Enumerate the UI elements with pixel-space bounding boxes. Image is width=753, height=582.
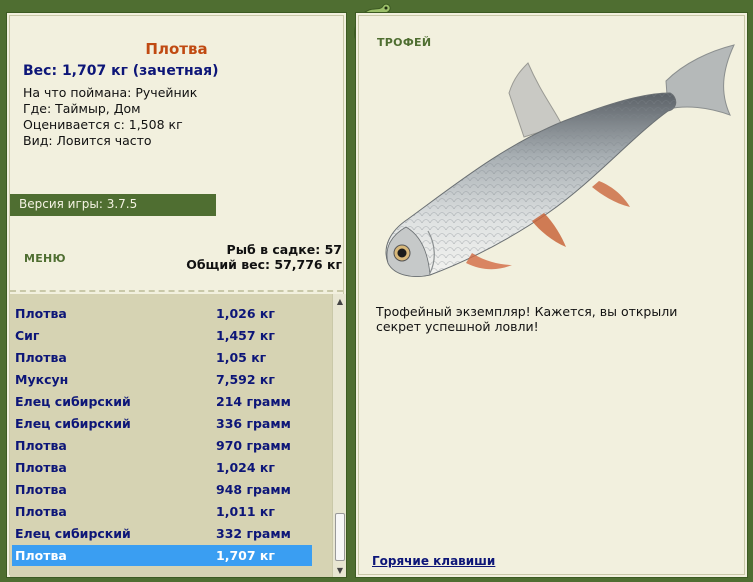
hotkeys-link[interactable]: Горячие клавиши: [372, 554, 495, 568]
catch-list-item[interactable]: Муксун 7,592 кг: [12, 369, 312, 390]
fish-details: На что поймана: Ручейник Где: Таймыр, До…: [23, 85, 197, 149]
catch-fish-name: Муксун: [15, 372, 69, 387]
roach-fish-icon: [385, 44, 735, 277]
catch-fish-weight: 332 грамм: [216, 526, 291, 541]
chevron-up-icon[interactable]: ▲: [334, 296, 346, 308]
catch-fish-weight: 1,011 кг: [216, 504, 275, 519]
catch-fish-name: Елец сибирский: [15, 526, 131, 541]
catch-list-item[interactable]: Елец сибирский 214 грамм: [12, 391, 312, 412]
catch-fish-weight: 1,707 кг: [216, 548, 275, 563]
catch-fish-weight: 1,05 кг: [216, 350, 267, 365]
chevron-down-icon[interactable]: ▼: [334, 565, 346, 577]
catch-list-item[interactable]: Плотва 970 грамм: [12, 435, 312, 456]
catch-list-item[interactable]: Елец сибирский 336 грамм: [12, 413, 312, 434]
fish-count: Рыб в садке: 57: [226, 242, 342, 257]
catch-list-item[interactable]: Плотва 1,05 кг: [12, 347, 312, 368]
catch-fish-weight: 970 грамм: [216, 438, 291, 453]
game-version-bar: Версия игры: 3.7.5: [10, 194, 216, 216]
catch-fish-weight: 948 грамм: [216, 482, 291, 497]
catch-fish-name: Елец сибирский: [15, 416, 131, 431]
catch-fish-name: Плотва: [15, 482, 67, 497]
catch-fish-weight: 336 грамм: [216, 416, 291, 431]
catch-stats: Рыб в садке: 57 Общий вес: 57,776 кг: [186, 242, 342, 272]
catch-fish-weight: 1,457 кг: [216, 328, 275, 343]
catch-fish-name: Плотва: [15, 548, 67, 563]
valued-line: Оценивается с: 1,508 кг: [23, 117, 183, 132]
catch-list-item[interactable]: Плотва 1,024 кг: [12, 457, 312, 478]
catch-fish-name: Елец сибирский: [15, 394, 131, 409]
kind-line: Вид: Ловится часто: [23, 133, 152, 148]
fish-name-heading: Плотва: [145, 40, 208, 58]
trophy-title[interactable]: ТРОФЕЙ: [377, 36, 431, 49]
catch-fish-name: Сиг: [15, 328, 40, 343]
total-weight: Общий вес: 57,776 кг: [186, 257, 342, 272]
catch-list-item[interactable]: Елец сибирский 332 грамм: [12, 523, 312, 544]
catch-fish-weight: 214 грамм: [216, 394, 291, 409]
fish-info-panel: Плотва Вес: 1,707 кг (зачетная) На что п…: [6, 12, 347, 578]
catch-fish-name: Плотва: [15, 306, 67, 321]
catch-fish-name: Плотва: [15, 350, 67, 365]
catch-fish-name: Плотва: [15, 504, 67, 519]
catch-fish-weight: 1,026 кг: [216, 306, 275, 321]
trophy-panel: ТРОФЕЙ Трофейный экземпляр! Кажется, вы …: [355, 12, 748, 578]
catch-fish-weight: 1,024 кг: [216, 460, 275, 475]
catch-fish-weight: 7,592 кг: [216, 372, 275, 387]
location-line: Где: Таймыр, Дом: [23, 101, 141, 116]
catch-list-item[interactable]: Плотва 948 грамм: [12, 479, 312, 500]
menu-button[interactable]: МЕНЮ: [24, 252, 66, 265]
catch-list-item[interactable]: Плотва 1,026 кг: [12, 303, 312, 324]
catch-list-item[interactable]: Сиг 1,457 кг: [12, 325, 312, 346]
catch-fish-name: Плотва: [15, 460, 67, 475]
catch-list-item[interactable]: Плотва 1,707 кг: [12, 545, 312, 566]
divider: [10, 290, 343, 292]
bait-line: На что поймана: Ручейник: [23, 85, 198, 100]
scroll-thumb[interactable]: [335, 513, 345, 561]
catch-list-scrollbar[interactable]: ▲ ▼: [332, 294, 346, 577]
fish-weight-line: Вес: 1,707 кг (зачетная): [23, 63, 219, 79]
catch-list[interactable]: Плотва 1,026 кг Сиг 1,457 кг Плотва 1,05 кг Му…: [10, 294, 332, 577]
catch-fish-name: Плотва: [15, 438, 67, 453]
catch-list-item[interactable]: Плотва 1,011 кг: [12, 501, 312, 522]
trophy-message: Трофейный экземпляр! Кажется, вы открыли…: [376, 304, 678, 334]
